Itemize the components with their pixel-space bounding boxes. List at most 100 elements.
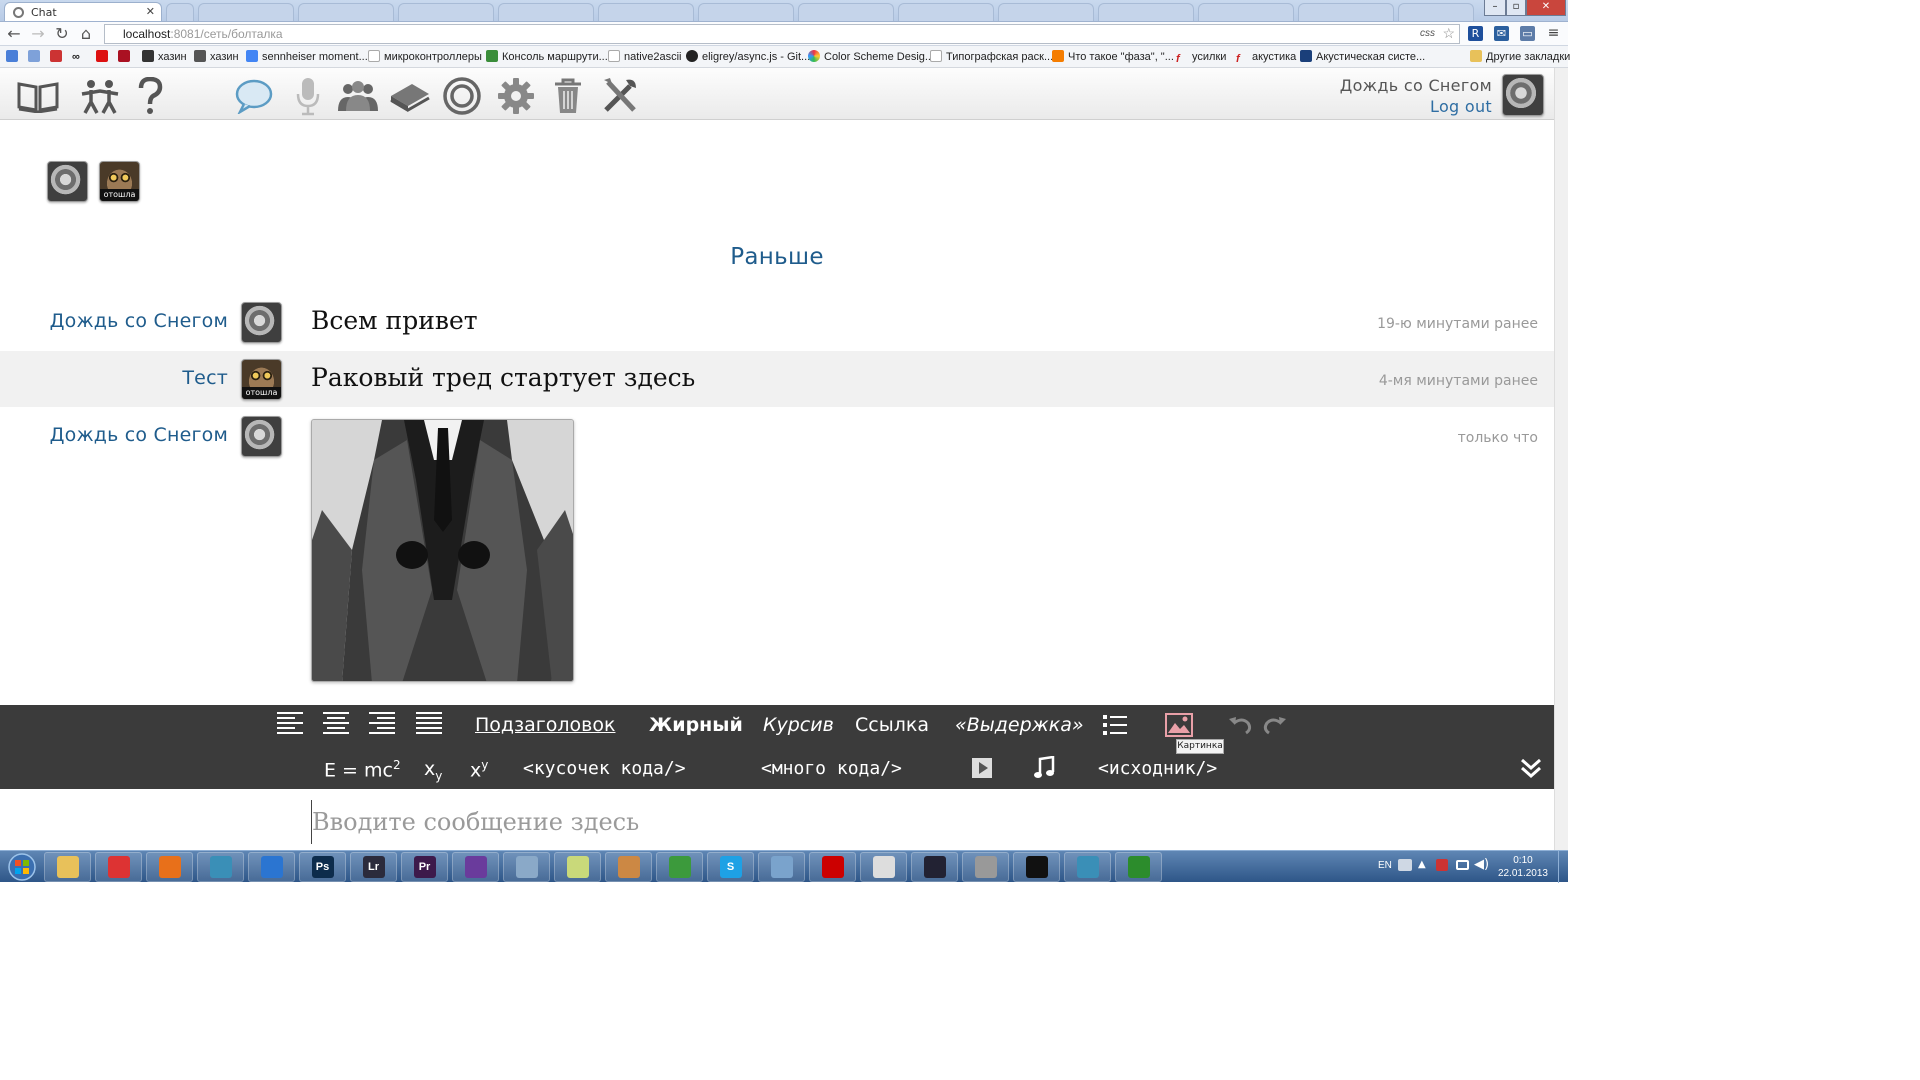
- close-tab-icon[interactable]: ✕: [146, 5, 155, 18]
- tab-background[interactable]: [398, 3, 494, 21]
- other-bookmarks-folder[interactable]: Другие закладки: [1470, 49, 1570, 65]
- italic-button[interactable]: Курсив: [763, 714, 834, 736]
- maximize-icon[interactable]: ▫: [1506, 0, 1526, 16]
- microphone-icon[interactable]: [286, 76, 330, 116]
- chat-icon[interactable]: [232, 76, 276, 116]
- taskbar-leaf-button[interactable]: [1115, 852, 1162, 882]
- help-icon[interactable]: [128, 76, 172, 116]
- tab-background[interactable]: [1398, 3, 1474, 21]
- tab-chat[interactable]: Chat ✕: [4, 2, 162, 21]
- bookmark-infinity-icon[interactable]: ∞: [72, 49, 80, 65]
- message-author[interactable]: Тест: [182, 367, 228, 389]
- taskbar-visual-studio-button[interactable]: [452, 852, 499, 882]
- align-right-icon[interactable]: [369, 712, 395, 736]
- collapse-toolbar-icon[interactable]: [1520, 757, 1542, 783]
- page-scrollbar[interactable]: [1554, 68, 1568, 850]
- subscript-button[interactable]: xy: [424, 758, 442, 783]
- current-user-name[interactable]: Дождь со Снегом: [1340, 76, 1492, 95]
- online-user-avatar[interactable]: отошла: [99, 161, 140, 202]
- tab-background[interactable]: [898, 3, 994, 21]
- tools-icon[interactable]: [598, 76, 642, 116]
- book-icon[interactable]: [16, 76, 60, 116]
- video-icon[interactable]: [971, 757, 993, 783]
- current-user-avatar[interactable]: [1502, 74, 1544, 116]
- system-clock[interactable]: 0:10 22.01.2013: [1498, 854, 1548, 880]
- bold-button[interactable]: Жирный: [649, 714, 743, 736]
- tab-background[interactable]: [1198, 3, 1294, 21]
- taskbar-acrobat-button[interactable]: [809, 852, 856, 882]
- bookmark-item[interactable]: Color Scheme Desig...: [808, 49, 934, 65]
- action-center-flag-icon[interactable]: [1436, 859, 1448, 871]
- quote-button[interactable]: «Выдержка»: [955, 714, 1084, 736]
- home-icon[interactable]: ⌂: [76, 25, 96, 43]
- message-avatar[interactable]: отошла: [241, 359, 282, 400]
- image-icon[interactable]: [1165, 713, 1193, 741]
- bookmark-item[interactable]: f усилки: [1176, 49, 1226, 65]
- bookmark-item[interactable]: хазин: [194, 49, 239, 65]
- online-user-avatar[interactable]: [47, 161, 88, 202]
- load-earlier-link[interactable]: Раньше: [0, 244, 1554, 270]
- tab-background[interactable]: [1298, 3, 1394, 21]
- language-indicator[interactable]: EN: [1378, 860, 1392, 871]
- bookmark-item[interactable]: Типографская раск...: [930, 49, 1053, 65]
- formula-button[interactable]: E = mc2: [324, 758, 401, 781]
- css-extension-icon[interactable]: css: [1420, 25, 1435, 43]
- taskbar-paint-button[interactable]: [605, 852, 652, 882]
- bookmark-item[interactable]: Что такое "фаза", "...: [1052, 49, 1174, 65]
- taskbar-media-button[interactable]: [962, 852, 1009, 882]
- taskbar-steam-button[interactable]: [911, 852, 958, 882]
- bookmark-item[interactable]: f акустика: [1236, 49, 1296, 65]
- subheading-button[interactable]: Подзаголовок: [475, 714, 615, 736]
- message-avatar[interactable]: [241, 416, 282, 457]
- message-input[interactable]: [311, 800, 1411, 844]
- minimize-icon[interactable]: –: [1484, 0, 1506, 16]
- tab-background[interactable]: [298, 3, 394, 21]
- taskbar-network-button[interactable]: [197, 852, 244, 882]
- bookmark-youtube-icon[interactable]: [96, 49, 112, 65]
- taskbar-explorer-button[interactable]: [44, 852, 91, 882]
- forward-icon[interactable]: →: [28, 25, 48, 43]
- taskbar-firefox-button[interactable]: [146, 852, 193, 882]
- bookmark-item[interactable]: sennheiser moment...: [246, 49, 368, 65]
- code-block-button[interactable]: <много кода/>: [761, 758, 902, 779]
- bookmark-item[interactable]: микроконтроллеры: [368, 49, 482, 65]
- group-icon[interactable]: [336, 76, 380, 116]
- settings-icon[interactable]: [494, 76, 538, 116]
- mail-icon[interactable]: ✉: [1494, 26, 1509, 41]
- network-icon[interactable]: [1456, 860, 1469, 870]
- taskbar-chrome-button[interactable]: [95, 852, 142, 882]
- redo-icon[interactable]: [1263, 715, 1287, 739]
- trash-icon[interactable]: [546, 76, 590, 116]
- extension-window-icon[interactable]: ▭: [1520, 26, 1535, 41]
- taskbar-skype-button[interactable]: S: [707, 852, 754, 882]
- menu-icon[interactable]: ≡: [1546, 26, 1561, 41]
- inline-code-button[interactable]: <кусочек кода/>: [523, 758, 686, 779]
- taskbar-thunder-button[interactable]: [248, 852, 295, 882]
- bookmark-h-icon[interactable]: [28, 49, 44, 65]
- list-icon[interactable]: [1103, 713, 1127, 741]
- bookmark-item[interactable]: Консоль маршрути...: [486, 49, 608, 65]
- align-center-icon[interactable]: [323, 712, 349, 736]
- tab-background[interactable]: [598, 3, 694, 21]
- tab-background[interactable]: [198, 3, 294, 21]
- new-tab-button[interactable]: [166, 3, 194, 21]
- taskbar-utorrent-button[interactable]: [656, 852, 703, 882]
- audio-icon[interactable]: [1033, 755, 1055, 784]
- bookmark-item[interactable]: хазин: [142, 49, 187, 65]
- extension-r-icon[interactable]: R: [1468, 26, 1483, 41]
- tab-background[interactable]: [498, 3, 594, 21]
- library-icon[interactable]: [388, 76, 432, 116]
- bookmark-item[interactable]: native2ascii: [608, 49, 681, 65]
- message-author[interactable]: Дождь со Снегом: [50, 424, 228, 446]
- taskbar-cmd-button[interactable]: [1013, 852, 1060, 882]
- taskbar-app-button[interactable]: [503, 852, 550, 882]
- bookmark-red-icon[interactable]: [118, 49, 134, 65]
- taskbar-remote-button[interactable]: [758, 852, 805, 882]
- align-justify-icon[interactable]: [416, 712, 442, 736]
- tab-background[interactable]: [998, 3, 1094, 21]
- bookmark-item[interactable]: eligrey/async.js - Git...: [686, 49, 810, 65]
- keyboard-icon[interactable]: [1398, 859, 1412, 871]
- bookmark-pp-icon[interactable]: [50, 49, 66, 65]
- bookmark-star-icon[interactable]: ☆: [1442, 24, 1455, 42]
- volume-icon[interactable]: ◀): [1474, 857, 1489, 872]
